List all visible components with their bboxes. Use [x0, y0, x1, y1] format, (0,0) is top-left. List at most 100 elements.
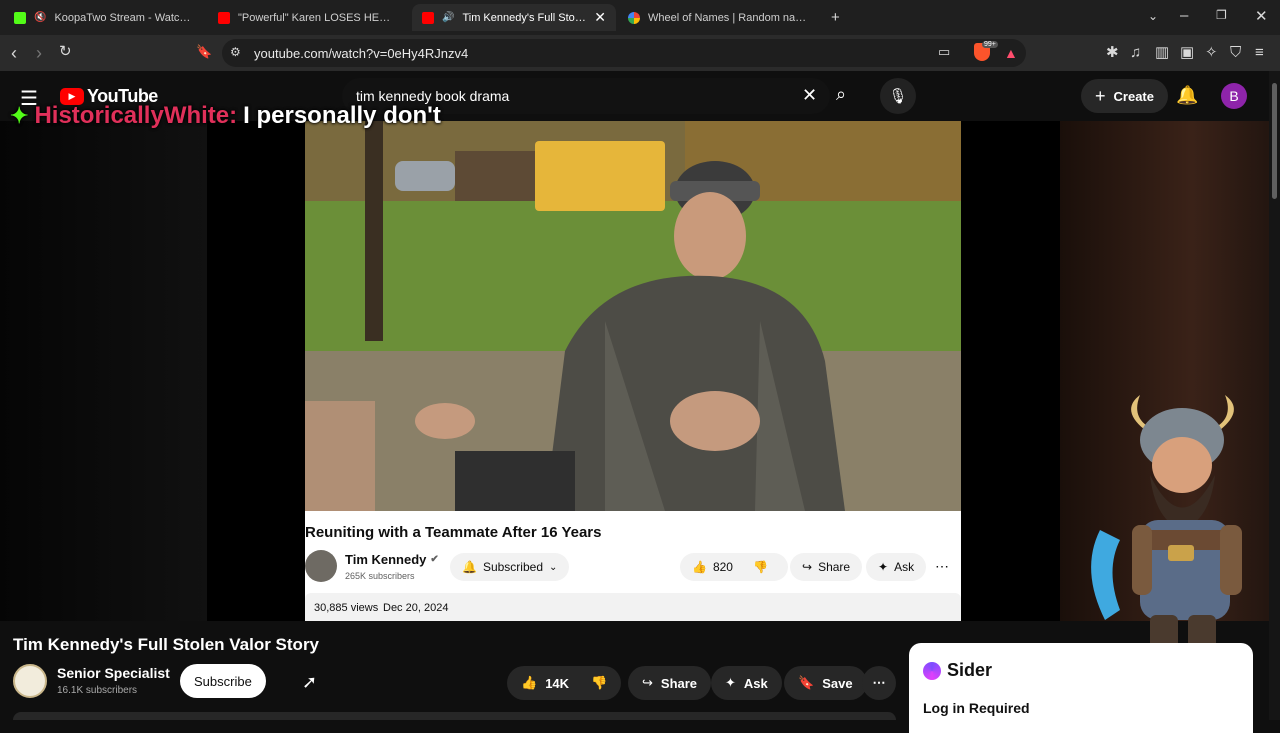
- share-button[interactable]: ↪ Share: [628, 666, 712, 700]
- clear-search-icon[interactable]: ✕: [802, 85, 817, 106]
- vpn-shield-icon[interactable]: ⛉: [1230, 45, 1241, 60]
- ask-label: Ask: [743, 675, 768, 691]
- channel-name[interactable]: Tim Kennedy: [345, 552, 426, 567]
- cast-icon[interactable]: ▭: [938, 45, 950, 58]
- minimize-icon[interactable]: –: [1180, 8, 1188, 23]
- tab-koopatwo[interactable]: 🔇 KoopaTwo Stream - Watch Live o: [4, 4, 206, 31]
- stream-left-background: [0, 121, 207, 621]
- reload-icon[interactable]: ↻: [59, 44, 72, 59]
- embedded-video-info: Reuniting with a Teammate After 16 Years…: [305, 511, 961, 621]
- share-icon: ↪: [642, 675, 653, 690]
- sidebar-icon[interactable]: ▥: [1155, 45, 1169, 60]
- like-dislike-group: 👍 820 👎: [680, 553, 788, 581]
- scrollbar-thumb[interactable]: [1272, 83, 1277, 199]
- ask-label: Ask: [894, 560, 915, 574]
- shields-badge: 99+: [982, 41, 998, 48]
- tab-title: KoopaTwo Stream - Watch Live o: [54, 11, 196, 24]
- restore-icon[interactable]: ❐: [1216, 9, 1227, 21]
- dislike-icon[interactable]: 👎: [753, 560, 768, 574]
- search-button[interactable]: ⌕: [830, 78, 864, 114]
- speaker-icon[interactable]: 🔊: [442, 12, 454, 23]
- more-actions-button[interactable]: ⋯: [862, 666, 896, 700]
- subscribe-button[interactable]: Subscribe: [180, 664, 266, 698]
- share-label: Share: [818, 560, 851, 574]
- like-icon[interactable]: 👍: [692, 560, 707, 574]
- leo-ai-icon[interactable]: ✧: [1205, 45, 1218, 60]
- sparkle-icon: ✦: [878, 560, 889, 574]
- create-button[interactable]: + Create: [1081, 79, 1168, 113]
- video-title: Tim Kennedy's Full Stolen Valor Story: [13, 635, 320, 654]
- dislike-icon[interactable]: 👎: [591, 675, 607, 691]
- back-icon[interactable]: ‹: [11, 44, 17, 62]
- embedded-video-title[interactable]: Reuniting with a Teammate After 16 Years: [305, 524, 601, 541]
- chat-overlay: ✦ HistoricallyWhite: I personally don't: [10, 102, 441, 130]
- sparkle-icon: ✦: [725, 675, 736, 690]
- tab-karen-video[interactable]: "Powerful" Karen LOSES HER MIND W: [208, 4, 408, 31]
- youtube-favicon-icon: [422, 11, 434, 24]
- subscribed-label: Subscribed: [482, 560, 543, 574]
- more-actions-icon[interactable]: ⋯: [935, 558, 949, 575]
- mouse-cursor-icon: ➚: [302, 672, 318, 692]
- window-close-icon[interactable]: ✕: [1255, 9, 1268, 24]
- like-icon[interactable]: 👍: [521, 675, 537, 691]
- share-label: Share: [660, 675, 698, 691]
- channel-avatar[interactable]: [13, 664, 47, 698]
- like-count[interactable]: 820: [713, 560, 733, 574]
- sider-brand: Sider: [947, 660, 993, 680]
- channel-subscribers: 265K subscribers: [345, 571, 415, 581]
- like-count[interactable]: 14K: [545, 676, 569, 691]
- channel-name[interactable]: Senior Specialist: [57, 665, 170, 681]
- tab-close-icon[interactable]: ✕: [594, 9, 606, 26]
- account-avatar[interactable]: B: [1221, 83, 1247, 109]
- tab-tim-kennedy-active[interactable]: 🔊 Tim Kennedy's Full Stolen Valo ✕: [412, 4, 616, 31]
- chat-message: I personally don't: [243, 102, 441, 129]
- ask-button[interactable]: ✦ Ask: [866, 553, 927, 581]
- site-info-icon[interactable]: ⚙: [230, 46, 241, 58]
- chevron-down-icon: ⌄: [549, 561, 558, 573]
- brave-rewards-icon[interactable]: ▲: [1004, 45, 1018, 61]
- ask-button[interactable]: ✦ Ask: [711, 666, 782, 700]
- sider-login-status[interactable]: Log in Required: [923, 700, 1030, 716]
- view-count: 30,885 views: [314, 602, 379, 614]
- microphone-icon: 🎙: [888, 88, 908, 105]
- search-icon: ⌕: [836, 84, 847, 104]
- embedded-video-frame[interactable]: [305, 121, 961, 511]
- menu-icon[interactable]: ≡: [1255, 45, 1264, 60]
- video-scene-image: [305, 121, 961, 511]
- channel-subscribers: 16.1K subscribers: [57, 685, 138, 696]
- upload-date: Dec 20, 2024: [383, 602, 449, 614]
- page-scrollbar[interactable]: [1269, 71, 1280, 720]
- media-icon[interactable]: ♫: [1130, 45, 1141, 60]
- voice-search-button[interactable]: 🎙: [880, 78, 916, 114]
- forward-icon[interactable]: ›: [36, 44, 42, 62]
- share-button[interactable]: ↪ Share: [790, 553, 863, 581]
- wheel-favicon-icon: [628, 11, 640, 24]
- tab-title: "Powerful" Karen LOSES HER MIND W: [238, 11, 398, 24]
- browser-tab-bar: 🔇 KoopaTwo Stream - Watch Live o "Powerf…: [0, 0, 1280, 35]
- channel-avatar[interactable]: [305, 550, 337, 582]
- address-bar[interactable]: ⚙ youtube.com/watch?v=0eHy4RJnzv4 ▭ 99+ …: [222, 39, 1026, 67]
- muted-speaker-icon[interactable]: 🔇: [34, 12, 46, 23]
- more-icon: ⋯: [872, 675, 886, 690]
- extensions-icon[interactable]: ✱: [1106, 45, 1119, 60]
- create-label: Create: [1113, 88, 1154, 104]
- channel-name-row[interactable]: Tim Kennedy ✔: [345, 552, 439, 567]
- bookmark-icon[interactable]: 🔖: [196, 45, 212, 58]
- description-box[interactable]: [13, 712, 896, 720]
- like-dislike-group: 👍 14K 👎: [507, 666, 621, 700]
- sider-header: Sider: [923, 660, 992, 681]
- new-tab-icon[interactable]: +: [831, 10, 840, 25]
- verified-check-icon: ✔: [430, 554, 439, 565]
- notifications-bell-icon[interactable]: 🔔: [1176, 85, 1198, 106]
- tab-list-chevron-icon[interactable]: ⌄: [1148, 10, 1158, 22]
- url-text[interactable]: youtube.com/watch?v=0eHy4RJnzv4: [254, 46, 468, 61]
- kick-favicon-icon: [14, 11, 26, 24]
- tab-wheel-of-names[interactable]: Wheel of Names | Random name pic: [618, 4, 818, 31]
- chat-username: HistoricallyWhite:: [34, 102, 238, 129]
- subscribed-button[interactable]: 🔔 Subscribed ⌄: [450, 553, 570, 581]
- save-button[interactable]: 🔖 Save: [784, 666, 867, 700]
- description-box[interactable]: 30,885 views Dec 20, 2024: [305, 593, 961, 621]
- wallet-icon[interactable]: ▣: [1180, 45, 1194, 60]
- stream-left-band: [207, 121, 305, 621]
- sider-logo-icon: [923, 661, 941, 680]
